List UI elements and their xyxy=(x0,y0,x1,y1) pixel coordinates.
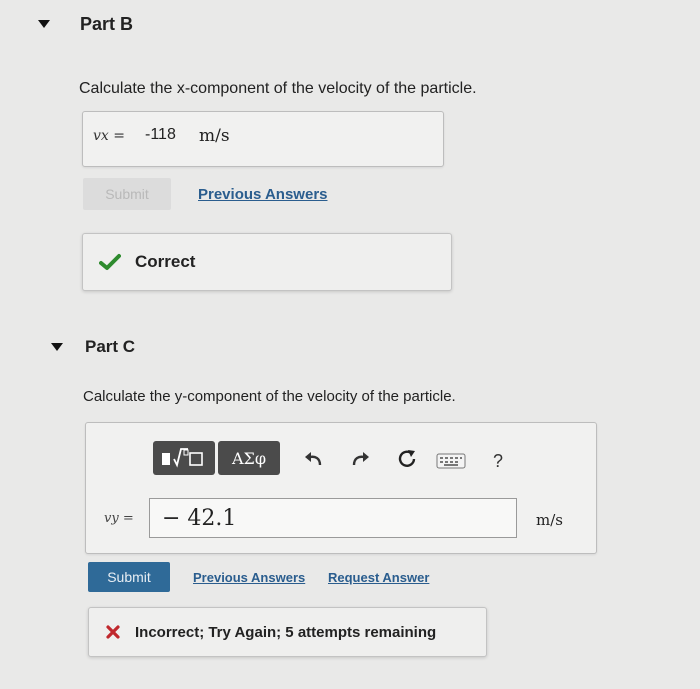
part-c-answer-value: − 42.1 xyxy=(162,506,237,531)
part-c-previous-answers-link[interactable]: Previous Answers xyxy=(193,570,305,585)
part-c-answer-box: ΑΣφ ? vy = − 42.1 m/s xyxy=(85,422,597,554)
part-b-answer-unit: m/s xyxy=(199,126,230,146)
part-c-feedback: Incorrect; Try Again; 5 attempts remaini… xyxy=(88,607,487,657)
templates-button[interactable] xyxy=(153,441,215,475)
part-b-previous-answers-link[interactable]: Previous Answers xyxy=(198,186,328,203)
part-c-answer-label: vy = xyxy=(104,511,134,526)
part-c-answer-input[interactable]: − 42.1 xyxy=(149,498,517,538)
part-c-submit-button[interactable]: Submit xyxy=(88,562,170,592)
x-icon xyxy=(106,625,120,639)
undo-icon[interactable] xyxy=(304,451,324,467)
template-icon xyxy=(162,448,203,468)
part-b-feedback: Correct xyxy=(82,233,452,291)
part-c-title: Part C xyxy=(85,337,136,356)
help-button[interactable]: ? xyxy=(493,451,503,472)
part-c-question: Calculate the y-component of the velocit… xyxy=(83,388,456,405)
check-icon xyxy=(99,254,121,270)
part-b-collapse-icon[interactable] xyxy=(38,20,50,28)
reset-icon[interactable] xyxy=(396,449,418,469)
part-c-answer-unit: m/s xyxy=(536,511,563,529)
part-b-submit-button[interactable]: Submit xyxy=(83,178,171,210)
keyboard-icon[interactable] xyxy=(436,453,466,469)
part-b-answer-value: -118 xyxy=(145,126,176,143)
part-c-feedback-text: Incorrect; Try Again; 5 attempts remaini… xyxy=(135,623,437,641)
part-c-collapse-icon[interactable] xyxy=(51,343,63,351)
part-b-answer-box: vx = -118 m/s xyxy=(82,111,444,167)
part-b-answer-label: vx = xyxy=(93,128,125,144)
symbols-button[interactable]: ΑΣφ xyxy=(218,441,280,475)
part-b-question: Calculate the x-component of the velocit… xyxy=(79,80,477,97)
part-b-title: Part B xyxy=(80,14,134,34)
part-c-request-answer-link[interactable]: Request Answer xyxy=(328,570,429,585)
redo-icon[interactable] xyxy=(350,451,370,467)
part-b-feedback-text: Correct xyxy=(135,252,196,271)
